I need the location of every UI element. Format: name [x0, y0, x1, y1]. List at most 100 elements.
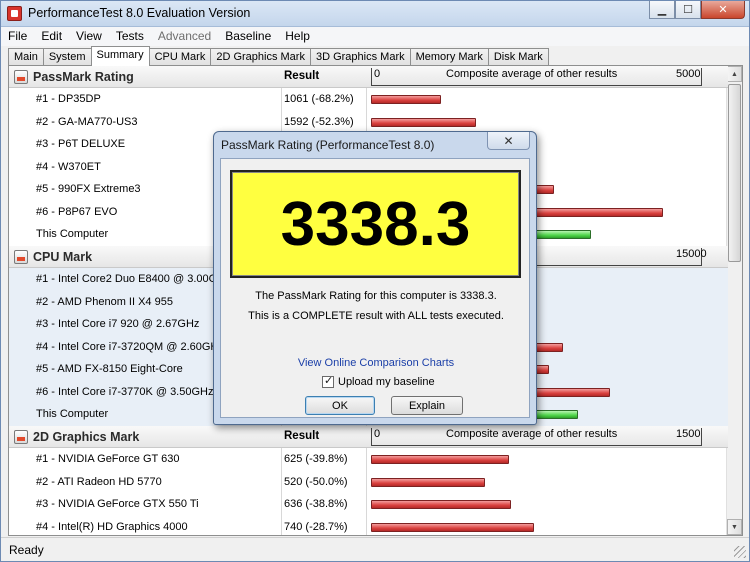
view-comparison-charts-link[interactable]: View Online Comparison Charts — [221, 357, 531, 369]
status-text: Ready — [9, 543, 44, 557]
tab-disk-mark[interactable]: Disk Mark — [487, 48, 549, 66]
menu-view[interactable]: View — [69, 27, 109, 46]
section-title: CPU Mark — [33, 250, 93, 264]
column-divider — [366, 88, 367, 111]
result-row[interactable]: #3 - NVIDIA GeForce GTX 550 Ti 636 (-38.8… — [9, 493, 728, 516]
result-column-header: Result — [284, 70, 320, 82]
row-name: #2 - GA-MA770-US3 — [36, 115, 138, 128]
maximize-icon[interactable]: ☐ — [675, 1, 701, 19]
row-name: This Computer — [36, 408, 109, 420]
scale-axis: 0 Composite average of other results 1500 — [371, 428, 727, 446]
window-title: PerformanceTest 8.0 Evaluation Version — [28, 6, 251, 20]
upload-baseline-checkbox[interactable]: Upload my baseline — [322, 374, 435, 388]
dialog-close-icon[interactable]: ✕ — [487, 132, 530, 150]
scale-line — [371, 85, 701, 86]
scale-min-label: 0 — [374, 428, 381, 440]
status-bar: Ready — [1, 537, 749, 561]
dialog-title: PassMark Rating (PerformanceTest 8.0) — [221, 138, 435, 152]
window-controls: ▁ ☐ ✕ — [649, 1, 745, 20]
score-value: 3338.3 — [280, 189, 471, 259]
row-name: #3 - Intel Core i7 920 @ 2.67GHz — [36, 318, 200, 330]
row-result: 1061 (-68.2%) — [284, 93, 354, 105]
dialog-body: 3338.3 The PassMark Rating for this comp… — [220, 158, 530, 418]
column-divider — [366, 493, 367, 516]
tab-cpu-mark[interactable]: CPU Mark — [148, 48, 212, 66]
column-divider — [281, 515, 282, 535]
close-icon[interactable]: ✕ — [701, 1, 745, 19]
scroll-down-arrow-icon[interactable]: ▼ — [727, 519, 742, 535]
scale-caption: Composite average of other results — [446, 68, 618, 80]
row-name: #1 - DP35DP — [36, 93, 101, 105]
row-name: #6 - P8P67 EVO — [36, 205, 118, 218]
app-icon — [7, 6, 22, 21]
row-name: #4 - W370ET — [36, 160, 101, 173]
row-name: #5 - 990FX Extreme3 — [36, 183, 141, 195]
menu-advanced[interactable]: Advanced — [151, 27, 218, 46]
comparison-bar — [371, 95, 441, 104]
scale-axis: 0 Composite average of other results 5000 — [371, 68, 727, 86]
resize-grip-icon[interactable] — [734, 546, 746, 558]
result-row[interactable]: #2 - GA-MA770-US3 1592 (-52.3%) — [9, 110, 728, 133]
row-result: 636 (-38.8%) — [284, 498, 348, 510]
result-row[interactable]: #1 - DP35DP 1061 (-68.2%) — [9, 88, 728, 111]
scale-min-label: 0 — [374, 68, 381, 80]
section-title: PassMark Rating — [33, 70, 134, 84]
title-bar[interactable]: PerformanceTest 8.0 Evaluation Version ▁… — [1, 1, 749, 27]
scale-tick-min — [371, 68, 372, 86]
column-divider — [281, 470, 282, 493]
tab-2d-graphics-mark[interactable]: 2D Graphics Mark — [210, 48, 311, 66]
column-divider — [366, 448, 367, 471]
tab-summary[interactable]: Summary — [90, 46, 150, 66]
comparison-bar — [371, 117, 476, 127]
result-row[interactable]: #4 - Intel(R) HD Graphics 4000 740 (-28.7… — [9, 515, 728, 535]
result-row[interactable]: #2 - ATI Radeon HD 5770 520 (-50.0%) — [9, 470, 728, 493]
score-display: 3338.3 — [230, 170, 521, 278]
menu-edit[interactable]: Edit — [34, 27, 69, 46]
row-name: #1 - NVIDIA GeForce GT 630 — [36, 453, 180, 465]
menu-tests[interactable]: Tests — [109, 27, 151, 46]
benchmark-section-icon — [14, 430, 28, 444]
column-divider — [366, 470, 367, 493]
row-name: #5 - AMD FX-8150 Eight-Core — [36, 363, 183, 375]
result-row[interactable]: #1 - NVIDIA GeForce GT 630 625 (-39.8%) — [9, 448, 728, 471]
section-header[interactable]: PassMark Rating Result 0 Composite average … — [9, 66, 728, 88]
row-result: 1592 (-52.3%) — [284, 115, 354, 128]
section-2d-graphics-mark: 2D Graphics Mark Result 0 Composite average… — [9, 426, 728, 535]
row-name: #1 - Intel Core2 Duo E8400 @ 3.00GHz — [36, 273, 231, 285]
tab-system[interactable]: System — [42, 48, 92, 66]
tab-3d-graphics-mark[interactable]: 3D Graphics Mark — [309, 48, 411, 66]
row-name: #4 - Intel(R) HD Graphics 4000 — [36, 520, 188, 533]
tab-main[interactable]: Main — [8, 48, 44, 66]
explain-button[interactable]: Explain — [391, 396, 463, 415]
ok-button[interactable]: OK — [305, 396, 375, 415]
comparison-bar — [371, 477, 485, 487]
scrollbar-thumb[interactable] — [728, 84, 741, 262]
result-column-header: Result — [284, 430, 320, 442]
section-title: 2D Graphics Mark — [33, 430, 140, 444]
scale-tick-max — [701, 68, 702, 86]
tab-memory-mark[interactable]: Memory Mark — [409, 48, 489, 66]
rating-message: The PassMark Rating for this computer is… — [255, 290, 497, 302]
section-header[interactable]: 2D Graphics Mark Result 0 Composite average… — [9, 426, 728, 448]
menu-help[interactable]: Help — [278, 27, 317, 46]
completeness-message: This is a COMPLETE result with ALL tests… — [248, 310, 504, 322]
menu-bar: File Edit View Tests Advanced Baseline Help — [1, 27, 749, 46]
tab-strip: Main System Summary CPU Mark 2D Graphics Mar… — [8, 46, 549, 66]
column-divider — [281, 448, 282, 471]
comparison-bar — [371, 522, 534, 532]
row-result: 625 (-39.8%) — [284, 453, 348, 465]
minimize-icon[interactable]: ▁ — [649, 1, 675, 19]
comparison-bar — [371, 455, 509, 464]
passmark-rating-dialog: PassMark Rating (PerformanceTest 8.0) ✕ … — [213, 131, 537, 425]
menu-baseline[interactable]: Baseline — [218, 27, 278, 46]
comparison-bar — [371, 500, 511, 509]
checkbox-checked-icon[interactable] — [322, 374, 334, 388]
scroll-up-arrow-icon[interactable]: ▲ — [727, 66, 742, 82]
row-name: #3 - P6T DELUXE — [36, 138, 126, 150]
row-name: #2 - AMD Phenom II X4 955 — [36, 295, 173, 308]
upload-baseline-label: Upload my baseline — [338, 376, 435, 388]
vertical-scrollbar[interactable]: ▲ ▼ — [726, 66, 742, 535]
menu-file[interactable]: File — [1, 27, 34, 46]
benchmark-section-icon — [14, 70, 28, 84]
scale-tick-max — [701, 428, 702, 446]
